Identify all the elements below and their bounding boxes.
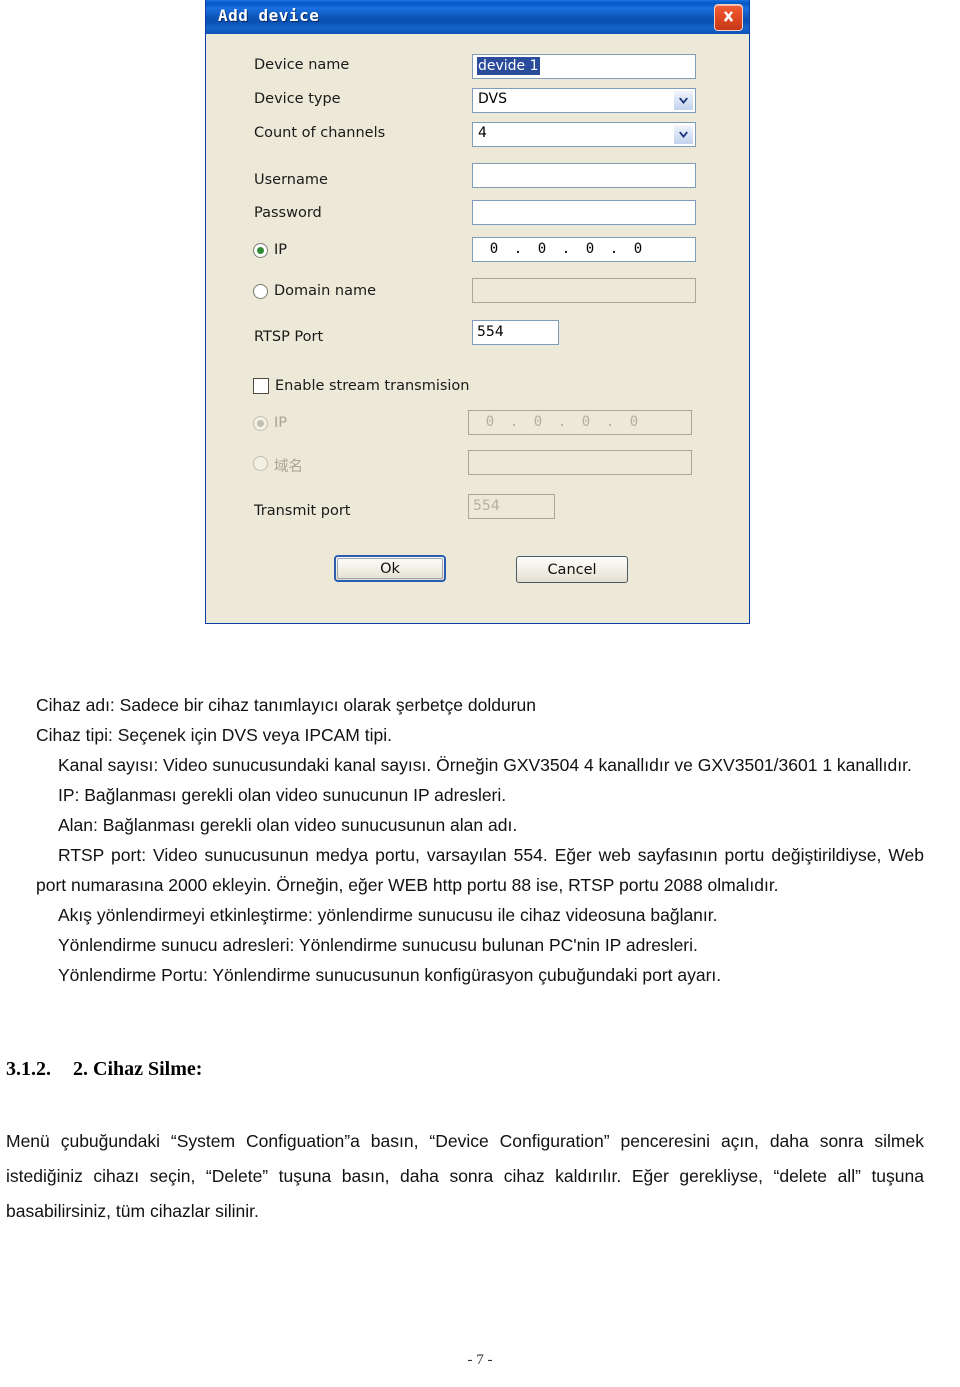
doc-line-rtsp-port: RTSP port: Video sunucusunun medya portu… xyxy=(36,845,924,895)
cancel-button[interactable]: Cancel xyxy=(516,556,628,583)
domain-name-input[interactable] xyxy=(472,278,696,303)
device-type-value: DVS xyxy=(478,91,507,107)
rtsp-port-value: 554 xyxy=(477,324,504,340)
stream-ip-address-input[interactable]: 0. 0. 0. 0 xyxy=(468,410,692,435)
password-label: Password xyxy=(254,205,322,221)
field-row-password: Password xyxy=(209,200,746,228)
field-row-username: Username xyxy=(209,163,746,195)
device-delete-paragraph: Menü çubuğundaki “System Configuation”a … xyxy=(6,1131,924,1221)
username-label: Username xyxy=(254,172,328,188)
device-name-label: Device name xyxy=(254,57,350,73)
stream-ip-radio-button[interactable] xyxy=(253,416,268,431)
ip-separator: . xyxy=(557,414,567,430)
doc-line-channel-count: Kanal sayısı: Video sunucusundaki kanal … xyxy=(58,755,912,775)
doc-line-stream-forward: Akış yönlendirmeyi etkinleştirme: yönlen… xyxy=(58,905,718,925)
doc-line-forward-port: Yönlendirme Portu: Yönlendirme sunucusun… xyxy=(58,965,722,985)
field-row-device-name: Device name devide 1 xyxy=(209,54,746,80)
stream-ip-octet-1: 0 xyxy=(485,414,495,430)
chevron-down-icon[interactable] xyxy=(673,90,694,111)
enable-stream-label: Enable stream transmision xyxy=(275,378,470,394)
chevron-down-glyph xyxy=(679,97,688,104)
document-body: Cihaz adı: Sadece bir cihaz tanımlayıcı … xyxy=(36,690,924,990)
doc-line-alan: Alan: Bağlanması gerekli olan video sunu… xyxy=(58,815,518,835)
dialog-body: Device name devide 1 Device type DVS Cou… xyxy=(209,36,746,619)
section-title: 2. Cihaz Silme: xyxy=(73,1058,203,1080)
ip-address-input[interactable]: 0. 0. 0. 0 xyxy=(472,237,696,262)
ip-separator: . xyxy=(513,241,523,257)
stream-ip-octet-2: 0 xyxy=(533,414,543,430)
transmit-port-label: Transmit port xyxy=(254,503,351,519)
rtsp-port-label: RTSP Port xyxy=(254,329,324,345)
field-row-domain-name: Domain name xyxy=(209,278,746,306)
cancel-button-label: Cancel xyxy=(547,561,597,578)
section-heading: 3.1.2. 2. Cihaz Silme: xyxy=(6,1058,202,1081)
doc-line-device-name: Cihaz adı: Sadece bir cihaz tanımlayıcı … xyxy=(36,695,536,715)
field-row-rtsp-port: RTSP Port 554 xyxy=(209,320,746,352)
ip-radio-button[interactable] xyxy=(253,243,268,258)
ip-octet-1: 0 xyxy=(489,241,499,257)
ip-separator: . xyxy=(561,241,571,257)
count-of-channels-label: Count of channels xyxy=(254,125,386,141)
ip-separator: . xyxy=(609,241,619,257)
ip-octet-4: 0 xyxy=(633,241,643,257)
stream-domain-radio-label: 域名 xyxy=(274,459,303,475)
add-device-dialog: Add device Device name devide 1 Device t… xyxy=(205,0,750,624)
field-row-enable-stream: Enable stream transmision xyxy=(209,375,746,401)
ip-separator: . xyxy=(509,414,519,430)
add-device-screenshot: Add device Device name devide 1 Device t… xyxy=(196,0,758,630)
radio-dot-icon xyxy=(257,420,264,427)
doc-line-forward-server-address: Yönlendirme sunucu adresleri: Yönlendirm… xyxy=(58,935,698,955)
device-name-input[interactable]: devide 1 xyxy=(472,54,696,79)
ip-octet-2: 0 xyxy=(537,241,547,257)
radio-dot-icon xyxy=(257,247,264,254)
rtsp-port-input[interactable]: 554 xyxy=(472,320,559,345)
transmit-port-input[interactable]: 554 xyxy=(468,494,555,519)
domain-name-radio-button[interactable] xyxy=(253,284,268,299)
field-row-ip: IP 0. 0. 0. 0 xyxy=(209,237,746,265)
ok-button[interactable]: Ok xyxy=(334,555,446,582)
enable-stream-checkbox[interactable] xyxy=(253,378,269,394)
count-of-channels-value: 4 xyxy=(478,125,487,141)
stream-domain-input[interactable] xyxy=(468,450,692,475)
ok-button-label: Ok xyxy=(380,560,400,577)
chevron-down-icon[interactable] xyxy=(673,124,694,145)
chevron-down-glyph xyxy=(679,131,688,138)
field-row-stream-domain: 域名 xyxy=(209,450,746,478)
count-of-channels-select[interactable]: 4 xyxy=(472,122,696,147)
doc-line-ip: IP: Bağlanması gerekli olan video sunucu… xyxy=(58,785,507,805)
field-row-stream-ip: IP 0. 0. 0. 0 xyxy=(209,410,746,438)
field-row-transmit-port: Transmit port 554 xyxy=(209,494,746,526)
ip-separator: . xyxy=(605,414,615,430)
ip-radio-label: IP xyxy=(274,242,288,258)
doc-line-device-type: Cihaz tipi: Seçenek için DVS veya IPCAM … xyxy=(36,725,392,745)
device-name-value: devide 1 xyxy=(477,57,540,75)
stream-ip-radio-label: IP xyxy=(274,415,288,431)
close-icon[interactable] xyxy=(714,4,743,31)
dialog-title: Add device xyxy=(218,6,320,25)
close-x-glyph xyxy=(723,11,734,22)
stream-domain-radio-button[interactable] xyxy=(253,456,268,471)
domain-name-radio-label: Domain name xyxy=(274,283,376,299)
stream-ip-octet-3: 0 xyxy=(581,414,591,430)
username-input[interactable] xyxy=(472,163,696,188)
field-row-device-type: Device type DVS xyxy=(209,88,746,114)
page-footer: - 7 - xyxy=(467,1352,493,1368)
dialog-titlebar: Add device xyxy=(206,0,749,34)
section-number: 3.1.2. xyxy=(6,1058,51,1080)
field-row-count-of-channels: Count of channels 4 xyxy=(209,122,746,148)
ip-octet-3: 0 xyxy=(585,241,595,257)
device-type-label: Device type xyxy=(254,91,341,107)
stream-ip-octet-4: 0 xyxy=(629,414,639,430)
password-input[interactable] xyxy=(472,200,696,225)
transmit-port-value: 554 xyxy=(473,498,500,514)
device-type-select[interactable]: DVS xyxy=(472,88,696,113)
